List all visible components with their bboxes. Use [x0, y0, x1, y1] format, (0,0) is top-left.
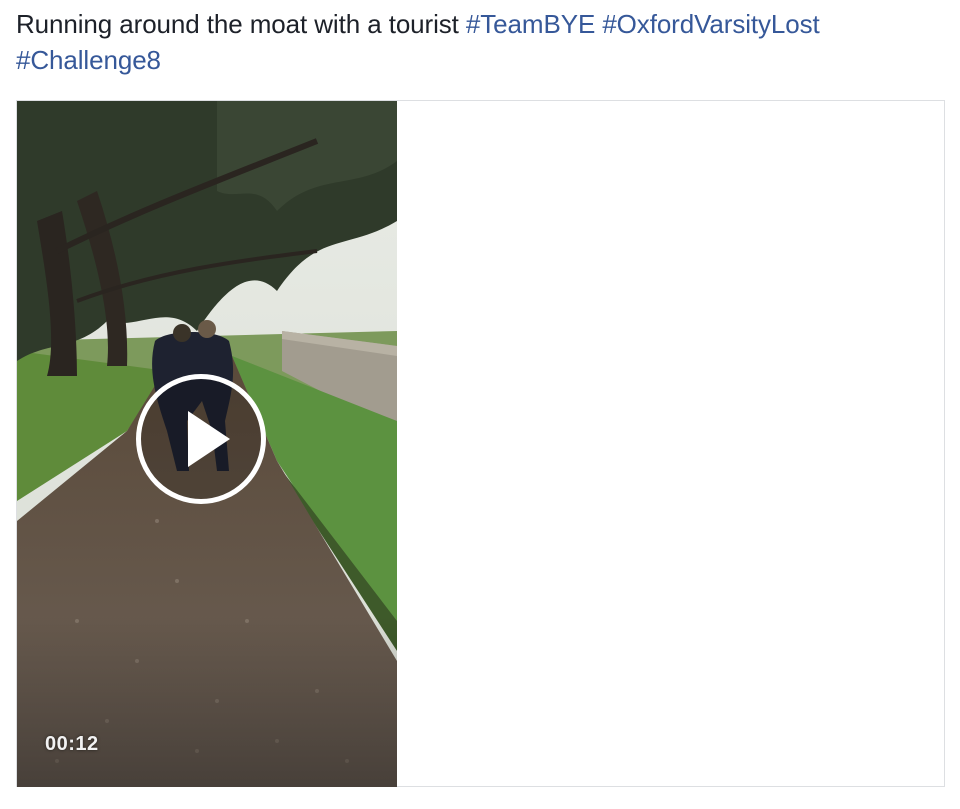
media-attachment: 00:12 — [16, 100, 945, 787]
play-button[interactable] — [136, 374, 266, 504]
video-duration: 00:12 — [45, 733, 99, 755]
hashtag-oxfordvarsitylost[interactable]: #OxfordVarsityLost — [602, 9, 819, 39]
video-player[interactable]: 00:12 — [17, 101, 397, 787]
hashtag-teambye[interactable]: #TeamBYE — [466, 9, 595, 39]
hashtag-challenge8[interactable]: #Challenge8 — [16, 45, 161, 75]
post-message: Running around the moat with a tourist #… — [16, 6, 936, 78]
post-text: Running around the moat with a tourist — [16, 9, 459, 39]
play-icon — [188, 411, 230, 467]
media-blank-area — [397, 101, 944, 786]
